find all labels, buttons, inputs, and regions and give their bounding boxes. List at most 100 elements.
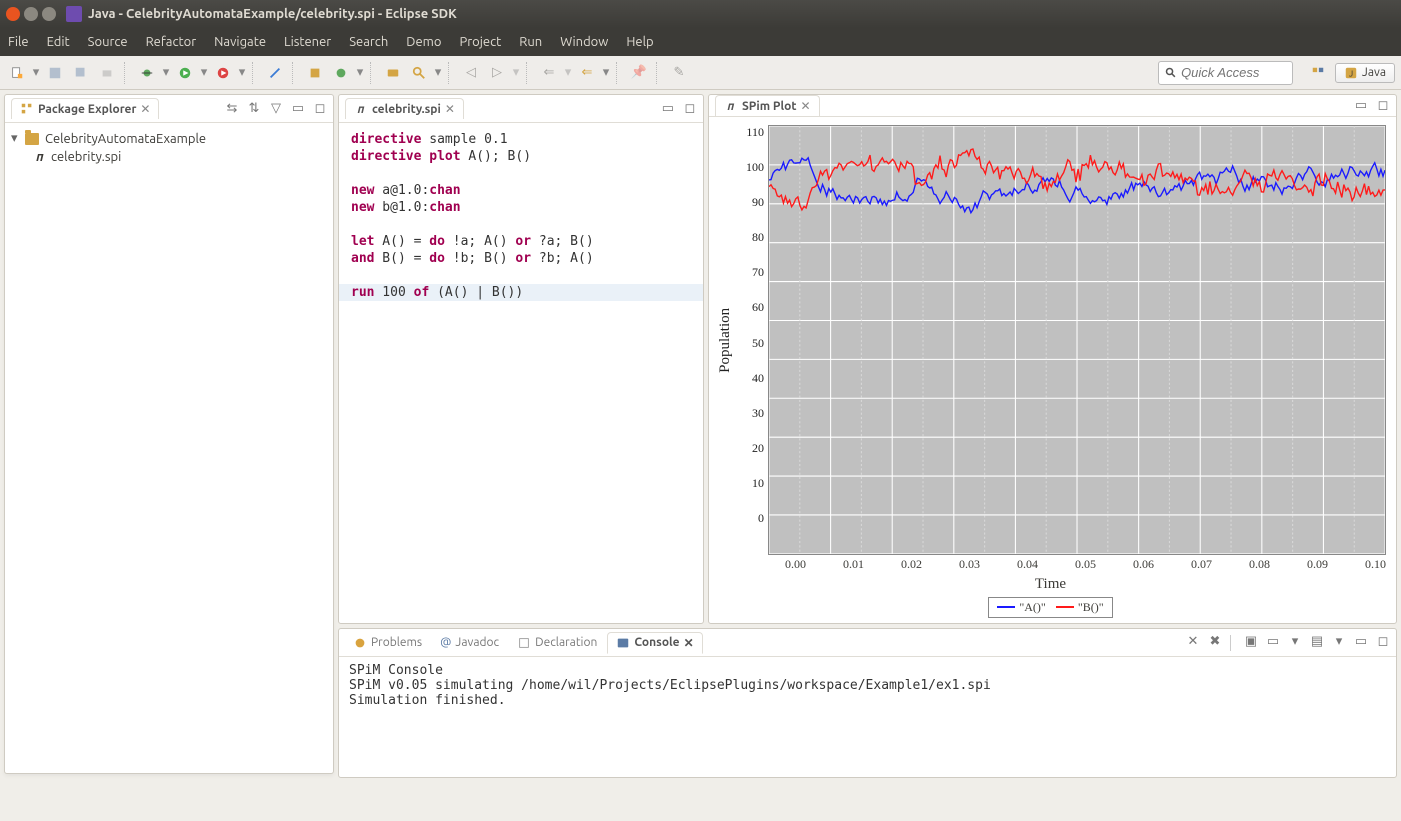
window-close-button[interactable] xyxy=(6,7,20,21)
menu-demo[interactable]: Demo xyxy=(406,35,441,49)
window-maximize-button[interactable] xyxy=(42,7,56,21)
save-button[interactable] xyxy=(44,62,66,84)
nav-next-button[interactable]: ▷ xyxy=(486,62,508,84)
menu-navigate[interactable]: Navigate xyxy=(214,35,266,49)
maximize-view-icon[interactable]: ◻ xyxy=(1376,635,1390,649)
chevron-down-icon[interactable]: ▾ xyxy=(1288,635,1302,649)
run-last-dropdown[interactable]: ▾ xyxy=(238,65,246,80)
print-button[interactable] xyxy=(96,62,118,84)
problems-icon xyxy=(353,636,367,650)
wand-button[interactable] xyxy=(264,62,286,84)
minimize-view-icon[interactable]: ▭ xyxy=(1354,635,1368,649)
spim-plot-panel: π SPim Plot ✕ ▭ ◻ Population 11010090807… xyxy=(708,94,1397,624)
save-all-button[interactable] xyxy=(70,62,92,84)
package-explorer-icon xyxy=(20,102,34,116)
minimize-view-icon[interactable]: ▭ xyxy=(661,102,675,116)
file-label: celebrity.spi xyxy=(51,150,121,164)
close-icon[interactable]: ✕ xyxy=(801,99,811,113)
back-button[interactable]: ⇐ xyxy=(538,62,560,84)
console-new-icon[interactable]: ▤ xyxy=(1310,635,1324,649)
menu-project[interactable]: Project xyxy=(459,35,501,49)
console-output[interactable]: SPiM Console SPiM v0.05 simulating /home… xyxy=(339,657,1396,777)
tab-problems[interactable]: Problems xyxy=(345,633,430,653)
editor-panel: π celebrity.spi ✕ ▭ ◻ directive sample 0… xyxy=(338,94,704,624)
open-perspective-button[interactable] xyxy=(1307,62,1329,84)
forward-button[interactable]: ⇐ xyxy=(576,62,598,84)
new-dropdown[interactable]: ▾ xyxy=(32,65,40,80)
nav-dropdown[interactable]: ▾ xyxy=(512,65,520,80)
package-explorer-tab[interactable]: Package Explorer ✕ xyxy=(11,98,159,119)
menu-edit[interactable]: Edit xyxy=(47,35,70,49)
java-icon: J xyxy=(1344,66,1358,80)
minimize-view-icon[interactable]: ▭ xyxy=(1354,99,1368,113)
project-label: CelebrityAutomataExample xyxy=(45,132,206,146)
chart-x-axis: 0.000.010.020.030.040.050.060.070.080.09… xyxy=(785,555,1386,572)
console-display-icon[interactable]: ▭ xyxy=(1266,635,1280,649)
caret-down-icon[interactable]: ▾ xyxy=(11,131,21,146)
minimize-view-icon[interactable]: ▭ xyxy=(291,102,305,116)
search-dropdown[interactable]: ▾ xyxy=(434,65,442,80)
editor-tab-label: celebrity.spi xyxy=(372,103,441,116)
menu-help[interactable]: Help xyxy=(626,35,653,49)
titlebar: Java - CelebrityAutomataExample/celebrit… xyxy=(0,0,1401,28)
search-button[interactable] xyxy=(408,62,430,84)
pin-button[interactable]: 📌 xyxy=(628,62,650,84)
console-clear-icon[interactable]: ✕ xyxy=(1186,635,1200,649)
tab-console[interactable]: Console ✕ xyxy=(607,632,702,654)
search-icon xyxy=(1165,66,1177,80)
java-perspective-button[interactable]: J Java xyxy=(1335,63,1395,83)
quick-access-search[interactable] xyxy=(1158,61,1293,85)
close-icon[interactable]: ✕ xyxy=(445,102,455,116)
run-dropdown[interactable]: ▾ xyxy=(200,65,208,80)
menu-file[interactable]: File xyxy=(8,35,29,49)
pi-file-icon: π xyxy=(724,100,738,113)
package-explorer-panel: Package Explorer ✕ ⇆ ⇅ ▽ ▭ ◻ ▾ Celebrity… xyxy=(4,94,334,774)
menu-refactor[interactable]: Refactor xyxy=(146,35,197,49)
maximize-view-icon[interactable]: ◻ xyxy=(313,102,327,116)
quick-access-input[interactable] xyxy=(1181,65,1286,80)
menu-search[interactable]: Search xyxy=(349,35,388,49)
plot-tab[interactable]: π SPim Plot ✕ xyxy=(715,95,820,116)
tab-declaration[interactable]: Declaration xyxy=(509,633,605,653)
new-class-button[interactable] xyxy=(330,62,352,84)
new-class-dropdown[interactable]: ▾ xyxy=(356,65,364,80)
extra-button[interactable]: ✎ xyxy=(668,62,690,84)
menu-run[interactable]: Run xyxy=(519,35,542,49)
menu-listener[interactable]: Listener xyxy=(284,35,331,49)
editor-body[interactable]: directive sample 0.1 directive plot A();… xyxy=(339,123,703,623)
bottom-panel: Problems @ Javadoc Declaration Console ✕ xyxy=(338,628,1397,778)
run-button[interactable] xyxy=(174,62,196,84)
new-package-button[interactable] xyxy=(304,62,326,84)
window-title: Java - CelebrityAutomataExample/celebrit… xyxy=(88,7,457,21)
new-button[interactable] xyxy=(6,62,28,84)
back-dropdown[interactable]: ▾ xyxy=(564,65,572,80)
maximize-view-icon[interactable]: ◻ xyxy=(683,102,697,116)
close-icon[interactable]: ✕ xyxy=(684,636,694,650)
console-open-icon[interactable]: ▣ xyxy=(1244,635,1258,649)
link-editor-icon[interactable]: ⇅ xyxy=(247,102,261,116)
view-menu-icon[interactable]: ▽ xyxy=(269,102,283,116)
tree-project-row[interactable]: ▾ CelebrityAutomataExample xyxy=(9,129,329,148)
console-icon xyxy=(616,636,630,650)
chart-xlabel: Time xyxy=(715,576,1386,593)
console-remove-icon[interactable]: ✖ xyxy=(1208,635,1222,649)
editor-tab[interactable]: π celebrity.spi ✕ xyxy=(345,98,464,119)
close-icon[interactable]: ✕ xyxy=(140,102,150,116)
chart-plot-area xyxy=(768,125,1386,555)
collapse-all-icon[interactable]: ⇆ xyxy=(225,102,239,116)
tab-javadoc[interactable]: @ Javadoc xyxy=(432,633,507,652)
run-last-button[interactable] xyxy=(212,62,234,84)
nav-prev-button[interactable]: ◁ xyxy=(460,62,482,84)
chart-ylabel: Population xyxy=(715,125,736,555)
debug-button[interactable] xyxy=(136,62,158,84)
open-type-button[interactable] xyxy=(382,62,404,84)
chevron-down-icon[interactable]: ▾ xyxy=(1332,635,1346,649)
window-minimize-button[interactable] xyxy=(24,7,38,21)
debug-dropdown[interactable]: ▾ xyxy=(162,65,170,80)
menu-window[interactable]: Window xyxy=(560,35,608,49)
pi-file-icon: π xyxy=(33,150,47,164)
menu-source[interactable]: Source xyxy=(88,35,128,49)
tree-file-row[interactable]: π celebrity.spi xyxy=(9,148,329,166)
maximize-view-icon[interactable]: ◻ xyxy=(1376,99,1390,113)
forward-dropdown[interactable]: ▾ xyxy=(602,65,610,80)
